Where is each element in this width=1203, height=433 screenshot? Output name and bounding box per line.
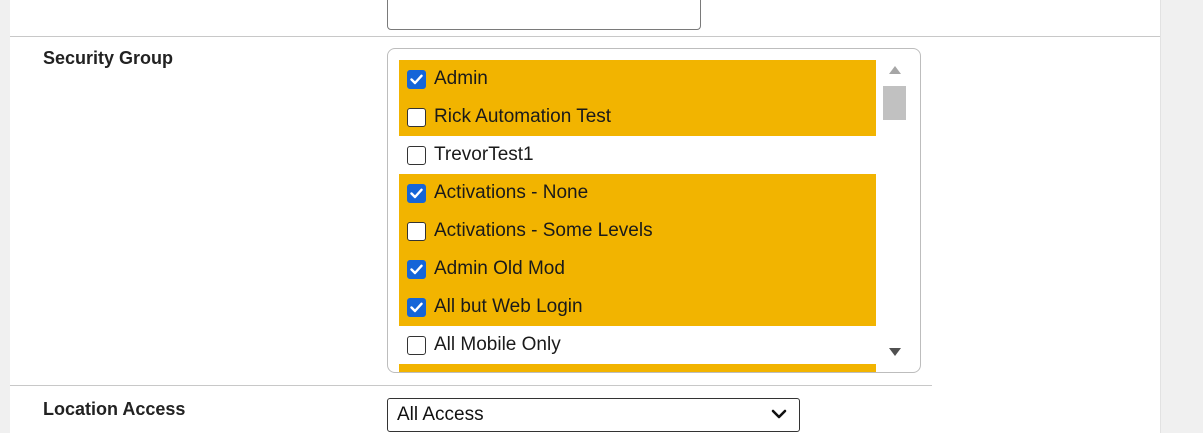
security-group-option[interactable]: Activations - None — [399, 174, 876, 212]
security-group-scrollbar[interactable] — [879, 55, 911, 367]
checkbox-checked-icon[interactable] — [407, 183, 426, 203]
chevron-down-icon — [771, 409, 787, 419]
security-group-option-label: Admin — [434, 68, 488, 89]
security-group-option[interactable]: Activations - Some Levels — [399, 212, 876, 250]
security-group-option[interactable]: All Mobile Only — [399, 326, 876, 364]
previous-field-input[interactable] — [387, 0, 701, 30]
location-access-select[interactable]: All Access — [387, 398, 800, 432]
security-group-option-label: Activations - None — [434, 182, 589, 203]
checkbox-checked-icon[interactable] — [407, 69, 426, 89]
scroll-down-arrow-icon[interactable] — [886, 345, 904, 359]
security-group-items: Admin Rick Automation Test TrevorTest1 Acti… — [399, 60, 876, 372]
location-access-label: Location Access — [43, 399, 186, 419]
security-group-option[interactable]: TrevorTest1 — [399, 136, 876, 174]
security-group-option[interactable]: All but Web Login — [399, 288, 876, 326]
checkbox-icon[interactable] — [407, 107, 426, 127]
security-group-option-label: All but Web Login — [434, 296, 583, 317]
row-divider — [10, 385, 932, 386]
location-access-selected-value: All Access — [397, 404, 484, 425]
security-group-option[interactable]: Admin Old Mod — [399, 250, 876, 288]
security-group-option-label: All Mobile Only — [434, 334, 561, 355]
right-gutter — [1160, 0, 1203, 433]
scrollbar-thumb[interactable] — [883, 86, 906, 120]
checkbox-checked-icon[interactable] — [407, 259, 426, 279]
security-group-option[interactable]: Rick Automation Test — [399, 98, 876, 136]
security-group-option[interactable]: Admin — [399, 60, 876, 98]
security-group-label: Security Group — [43, 48, 174, 68]
security-group-option[interactable] — [399, 364, 876, 372]
security-group-option-label: Admin Old Mod — [434, 258, 565, 279]
checkbox-icon[interactable] — [407, 335, 426, 355]
security-group-option-label: Rick Automation Test — [434, 106, 612, 127]
security-group-list[interactable]: Admin Rick Automation Test TrevorTest1 Acti… — [387, 48, 921, 373]
checkbox-checked-icon[interactable] — [407, 297, 426, 317]
checkbox-icon[interactable] — [407, 145, 426, 165]
security-group-option-label: TrevorTest1 — [434, 144, 534, 165]
scroll-up-arrow-icon[interactable] — [886, 63, 904, 77]
security-group-option-label: Activations - Some Levels — [434, 220, 653, 241]
left-gutter — [0, 0, 10, 433]
checkbox-icon[interactable] — [407, 221, 426, 241]
row-divider — [10, 36, 1160, 37]
